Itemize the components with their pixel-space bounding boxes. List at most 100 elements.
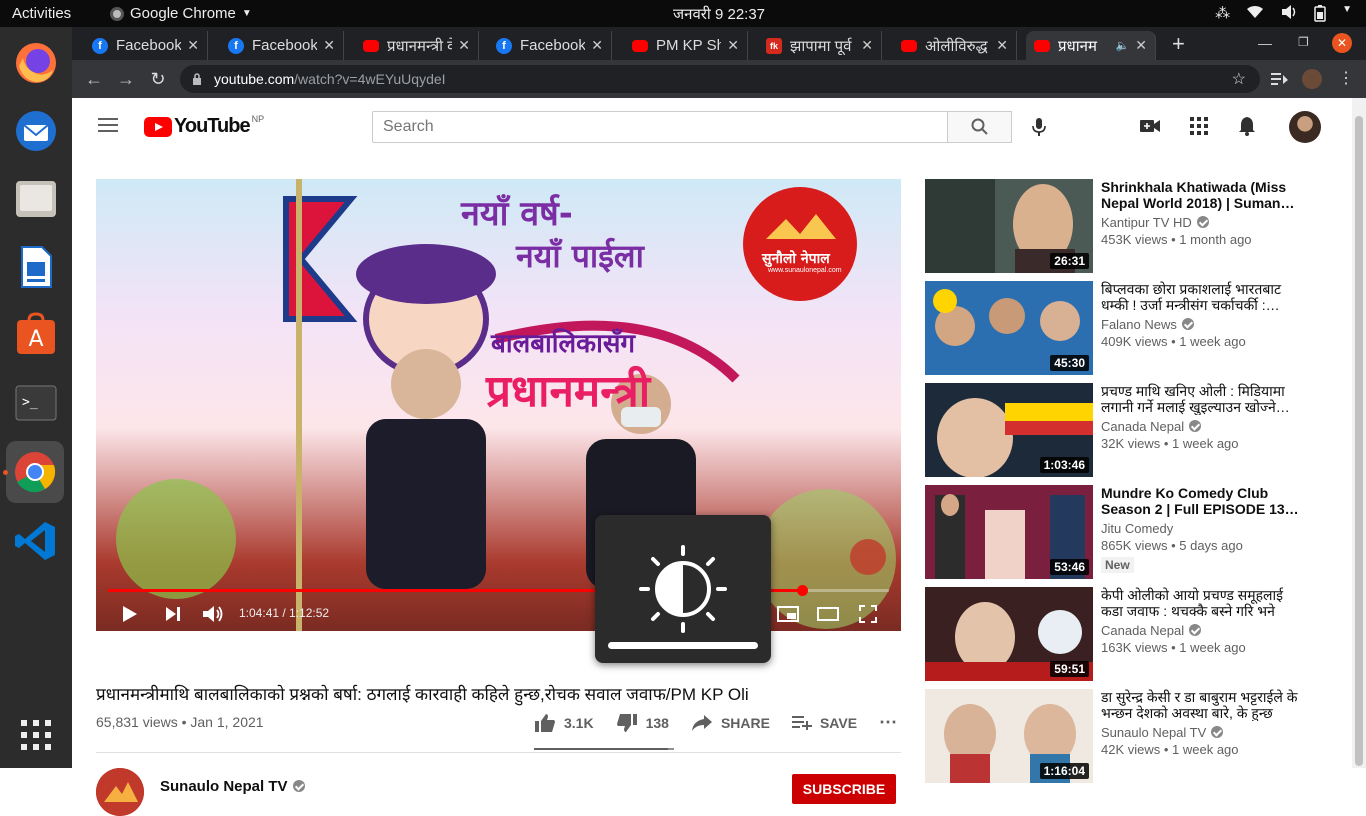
recommendation-item[interactable]: 1:16:04 डा सुरेन्द्र केसी र डा बाबुराम भ… <box>925 689 1345 791</box>
miniplayer-icon[interactable] <box>777 606 799 622</box>
close-tab-icon[interactable]: ✕ <box>458 37 470 54</box>
recommendation-title[interactable]: बिप्लवका छोरा प्रकाशलाई भारतबाट धम्की ! … <box>1101 281 1301 313</box>
files-icon[interactable] <box>10 173 62 225</box>
recommendation-title[interactable]: केपी ओलीको आयो प्रचण्ड समूहलाई कडा जवाफ … <box>1101 587 1301 619</box>
recommendation-channel[interactable]: Kantipur TV HD <box>1101 215 1192 230</box>
create-video-button[interactable] <box>1138 114 1162 138</box>
profile-avatar[interactable] <box>1302 69 1322 89</box>
minimize-button[interactable]: — <box>1258 35 1272 51</box>
like-button[interactable]: 3.1K <box>534 713 594 733</box>
account-avatar[interactable] <box>1289 111 1321 143</box>
tab-youtube-active[interactable]: प्रधानम 🔈 ✕ <box>1026 31 1156 60</box>
page-scrollbar[interactable] <box>1352 98 1366 768</box>
youtube-icon <box>1034 39 1050 52</box>
tab-title: Facebook <box>252 37 318 54</box>
more-actions-button[interactable]: ⋯ <box>879 712 898 733</box>
apps-button[interactable] <box>1187 114 1211 138</box>
volume-icon[interactable] <box>202 605 224 623</box>
next-icon[interactable] <box>165 606 181 622</box>
video-player[interactable]: नयाँ वर्ष- नयाँ पाईला बालबालिकासँग प्रधा… <box>96 179 901 631</box>
reload-button[interactable]: ↻ <box>142 69 174 90</box>
recommendation-channel[interactable]: Canada Nepal <box>1101 623 1184 638</box>
maximize-button[interactable]: ❐ <box>1298 35 1309 49</box>
recommendation-item[interactable]: 59:51 केपी ओलीको आयो प्रचण्ड समूहलाई कडा… <box>925 587 1345 689</box>
recommendation-item[interactable]: 1:03:46 प्रचण्ड माथि खनिए ओली : मिडियामा… <box>925 383 1345 485</box>
close-tab-icon[interactable]: ✕ <box>861 37 873 54</box>
terminal-icon[interactable]: >_ <box>10 377 62 429</box>
tab-youtube-pm[interactable]: प्रधानमन्त्री वे ✕ <box>355 31 479 60</box>
voice-search-button[interactable] <box>1024 112 1054 142</box>
save-button[interactable]: SAVE <box>791 715 857 731</box>
close-tab-icon[interactable]: ✕ <box>591 37 603 54</box>
recommendation-title[interactable]: डा सुरेन्द्र केसी र डा बाबुराम भट्टराईले… <box>1101 689 1301 721</box>
video-thumbnail[interactable]: 59:51 <box>925 587 1093 681</box>
recommendation-channel[interactable]: Sunaulo Nepal TV <box>1101 725 1206 740</box>
recommendation-channel[interactable]: Canada Nepal <box>1101 419 1184 434</box>
firefox-icon[interactable] <box>10 37 62 89</box>
clock[interactable]: जनवरी 9 22:37 <box>673 4 765 24</box>
brightness-osd <box>595 515 771 663</box>
tab-youtube-kp[interactable]: PM KP Sha ✕ <box>624 31 748 60</box>
recommendation-title[interactable]: प्रचण्ड माथि खनिए ओली : मिडियामा लगानी ग… <box>1101 383 1301 415</box>
notifications-button[interactable] <box>1235 114 1259 138</box>
fullscreen-icon[interactable] <box>859 605 877 623</box>
channel-avatar[interactable] <box>96 768 144 816</box>
close-tab-icon[interactable]: ✕ <box>1135 37 1147 54</box>
subscribe-button[interactable]: SUBSCRIBE <box>792 774 896 804</box>
recommendation-item[interactable]: 45:30 बिप्लवका छोरा प्रकाशलाई भारतबाट धम… <box>925 281 1345 383</box>
recommendation-item[interactable]: 53:46 Mundre Ko Comedy Club Season 2 | F… <box>925 485 1345 587</box>
tab-jhapa[interactable]: fk झापामा पूर्व रा ✕ <box>758 31 882 60</box>
play-icon[interactable] <box>122 605 138 623</box>
duration-badge: 45:30 <box>1050 355 1089 371</box>
system-tray[interactable]: ⁂ ▼ <box>1215 4 1352 22</box>
chrome-menu-icon[interactable]: ⋮ <box>1338 68 1354 88</box>
progress-bar[interactable] <box>108 585 889 596</box>
search-button[interactable] <box>948 111 1012 143</box>
libreoffice-writer-icon[interactable] <box>10 241 62 293</box>
recommendation-channel[interactable]: Falano News <box>1101 317 1177 332</box>
vscode-icon[interactable] <box>10 515 62 567</box>
close-tab-icon[interactable]: ✕ <box>323 37 335 54</box>
youtube-logo[interactable]: YouTube NP <box>144 114 264 138</box>
video-thumbnail[interactable]: 45:30 <box>925 281 1093 375</box>
tab-youtube-oli[interactable]: ओलीविरुद्ध र ✕ <box>893 31 1017 60</box>
progress-scrubber[interactable] <box>796 585 808 596</box>
share-button[interactable]: SHARE <box>691 714 770 732</box>
new-tab-button[interactable]: + <box>1172 31 1185 57</box>
tab-facebook-2[interactable]: f Facebook ✕ <box>220 31 344 60</box>
hamburger-menu-icon[interactable] <box>98 117 118 133</box>
tab-facebook-1[interactable]: f Facebook ✕ <box>84 31 208 60</box>
forward-button[interactable]: → <box>110 69 142 90</box>
close-tab-icon[interactable]: ✕ <box>727 37 739 54</box>
recommendation-title[interactable]: Mundre Ko Comedy Club Season 2 | Full EP… <box>1101 485 1301 517</box>
activities-button[interactable]: Activities <box>12 5 71 22</box>
video-thumbnail[interactable]: 26:31 <box>925 179 1093 273</box>
video-thumbnail[interactable]: 1:16:04 <box>925 689 1093 783</box>
audio-playing-icon[interactable]: 🔈 <box>1116 39 1130 52</box>
address-bar[interactable]: youtube.com/watch?v=4wEYuUqydeI ☆ <box>180 65 1260 93</box>
bookmark-star-icon[interactable]: ☆ <box>1232 69 1246 89</box>
recommendation-channel[interactable]: Jitu Comedy <box>1101 521 1173 536</box>
back-button[interactable]: ← <box>78 69 110 90</box>
recommendation-title[interactable]: Shrinkhala Khatiwada (Miss Nepal World 2… <box>1101 179 1301 211</box>
scrollbar-thumb[interactable] <box>1355 116 1363 766</box>
thunderbird-icon[interactable] <box>10 105 62 157</box>
video-thumbnail[interactable]: 1:03:46 <box>925 383 1093 477</box>
dislike-button[interactable]: 138 <box>616 713 669 733</box>
app-menu[interactable]: Google Chrome ▼ <box>110 5 252 22</box>
media-control-icon[interactable] <box>1271 72 1289 86</box>
show-applications-icon[interactable] <box>10 709 62 761</box>
video-title: प्रधानमन्त्रीमाथि बालबालिकाको प्रश्नको ब… <box>96 685 749 704</box>
close-window-button[interactable]: ✕ <box>1332 33 1352 53</box>
search-input[interactable] <box>372 111 948 143</box>
channel-name[interactable]: Sunaulo Nepal TV <box>160 778 288 795</box>
network-settings-icon[interactable]: ⁂ <box>1215 4 1230 22</box>
close-tab-icon[interactable]: ✕ <box>187 37 199 54</box>
recommendation-item[interactable]: 26:31 Shrinkhala Khatiwada (Miss Nepal W… <box>925 179 1345 281</box>
video-thumbnail[interactable]: 53:46 <box>925 485 1093 579</box>
chrome-dock-icon[interactable] <box>6 441 64 503</box>
theater-mode-icon[interactable] <box>817 606 839 622</box>
tab-facebook-3[interactable]: f Facebook ✕ <box>488 31 612 60</box>
close-tab-icon[interactable]: ✕ <box>996 37 1008 54</box>
ubuntu-software-icon[interactable]: A <box>10 309 62 361</box>
